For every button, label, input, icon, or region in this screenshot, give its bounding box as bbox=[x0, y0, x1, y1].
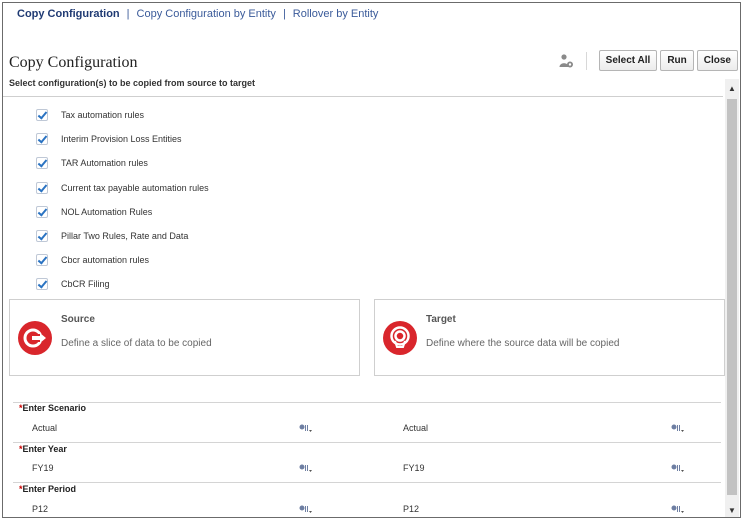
run-button[interactable]: Run bbox=[660, 50, 694, 71]
field-row-year: FY19 FY19 bbox=[3, 459, 723, 481]
nav-separator: | bbox=[126, 8, 130, 20]
field-label-period: *Enter Period bbox=[19, 484, 76, 494]
vertical-scrollbar[interactable]: ▲ ▼ bbox=[725, 79, 739, 517]
source-scenario-value[interactable]: Actual bbox=[32, 423, 57, 433]
field-label-text: Enter Year bbox=[22, 444, 67, 454]
list-item[interactable]: Pillar Two Rules, Rate and Data bbox=[36, 230, 188, 242]
checkbox-label: Cbcr automation rules bbox=[61, 255, 150, 265]
list-item[interactable]: Cbcr automation rules bbox=[36, 254, 149, 266]
top-navigation: Copy Configuration | Copy Configuration … bbox=[17, 8, 378, 20]
scroll-up-arrow-icon[interactable]: ▲ bbox=[725, 79, 739, 97]
checkbox-pillar-two-rules[interactable] bbox=[36, 230, 48, 242]
source-year-value[interactable]: FY19 bbox=[32, 463, 54, 473]
close-button[interactable]: Close bbox=[696, 50, 738, 71]
field-label-text: Enter Scenario bbox=[22, 403, 87, 413]
field-label-text: Enter Period bbox=[22, 484, 77, 494]
target-year-value[interactable]: FY19 bbox=[403, 463, 425, 473]
member-selector-icon[interactable] bbox=[671, 423, 685, 433]
copy-configuration-window: Copy Configuration | Copy Configuration … bbox=[2, 2, 741, 518]
checkbox-label: CbCR Filing bbox=[61, 279, 110, 289]
nav-separator: | bbox=[282, 8, 286, 20]
configuration-scroll-area: Tax automation rules Interim Provision L… bbox=[3, 97, 725, 517]
checkbox-label: Pillar Two Rules, Rate and Data bbox=[61, 231, 189, 241]
target-scenario-value[interactable]: Actual bbox=[403, 423, 428, 433]
target-card-title: Target bbox=[426, 314, 456, 325]
list-item[interactable]: Interim Provision Loss Entities bbox=[36, 133, 182, 145]
list-item[interactable]: Tax automation rules bbox=[36, 109, 144, 121]
instruction-text: Select configuration(s) to be copied fro… bbox=[9, 78, 256, 88]
list-item[interactable]: TAR Automation rules bbox=[36, 157, 148, 169]
nav-copy-configuration[interactable]: Copy Configuration bbox=[17, 8, 120, 20]
field-label-year: *Enter Year bbox=[19, 444, 67, 454]
member-selector-icon[interactable] bbox=[299, 423, 313, 433]
source-card-title: Source bbox=[61, 314, 95, 325]
target-period-value[interactable]: P12 bbox=[403, 504, 419, 514]
field-row-period: P12 P12 bbox=[3, 500, 723, 517]
member-selector-icon[interactable] bbox=[671, 504, 685, 514]
member-selector-icon[interactable] bbox=[671, 463, 685, 473]
checkbox-label: Current tax payable automation rules bbox=[61, 183, 209, 193]
source-period-value[interactable]: P12 bbox=[32, 504, 48, 514]
scroll-thumb[interactable] bbox=[727, 99, 737, 495]
checkbox-label: NOL Automation Rules bbox=[61, 207, 153, 217]
checkbox-label: TAR Automation rules bbox=[61, 158, 148, 168]
checkbox-label: Tax automation rules bbox=[61, 110, 145, 120]
field-row-scenario: Actual Actual bbox=[3, 419, 723, 441]
source-card[interactable]: Source Define a slice of data to be copi… bbox=[9, 299, 360, 376]
list-item[interactable]: Current tax payable automation rules bbox=[36, 182, 209, 194]
checkbox-cbcr-filing[interactable] bbox=[36, 278, 48, 290]
member-selector-icon[interactable] bbox=[299, 463, 313, 473]
checkbox-tar-automation-rules[interactable] bbox=[36, 157, 48, 169]
checkbox-label: Interim Provision Loss Entities bbox=[61, 134, 182, 144]
section-divider bbox=[13, 402, 721, 403]
source-card-description: Define a slice of data to be copied bbox=[61, 338, 212, 349]
source-exit-icon bbox=[18, 321, 52, 355]
toolbar: Select All Run Close bbox=[558, 50, 738, 71]
nav-rollover-by-entity[interactable]: Rollover by Entity bbox=[293, 8, 379, 20]
list-item[interactable]: NOL Automation Rules bbox=[36, 206, 152, 218]
member-selector-icon[interactable] bbox=[299, 504, 313, 514]
target-card[interactable]: Target Define where the source data will… bbox=[374, 299, 725, 376]
checkbox-tax-automation-rules[interactable] bbox=[36, 109, 48, 121]
target-card-description: Define where the source data will be cop… bbox=[426, 338, 620, 349]
select-all-button[interactable]: Select All bbox=[598, 50, 658, 71]
section-divider bbox=[13, 482, 721, 483]
target-icon bbox=[383, 321, 417, 355]
field-label-scenario: *Enter Scenario bbox=[19, 403, 86, 413]
user-icon[interactable] bbox=[558, 53, 574, 69]
checkbox-interim-provision-loss-entities[interactable] bbox=[36, 133, 48, 145]
checkbox-nol-automation-rules[interactable] bbox=[36, 206, 48, 218]
page-title: Copy Configuration bbox=[9, 54, 138, 71]
nav-copy-configuration-by-entity[interactable]: Copy Configuration by Entity bbox=[137, 8, 276, 20]
checkbox-current-tax-payable-rules[interactable] bbox=[36, 182, 48, 194]
toolbar-divider bbox=[585, 51, 587, 70]
checkbox-cbcr-automation-rules[interactable] bbox=[36, 254, 48, 266]
section-divider bbox=[13, 442, 721, 443]
list-item[interactable]: CbCR Filing bbox=[36, 278, 110, 290]
scroll-down-arrow-icon[interactable]: ▼ bbox=[725, 503, 739, 517]
